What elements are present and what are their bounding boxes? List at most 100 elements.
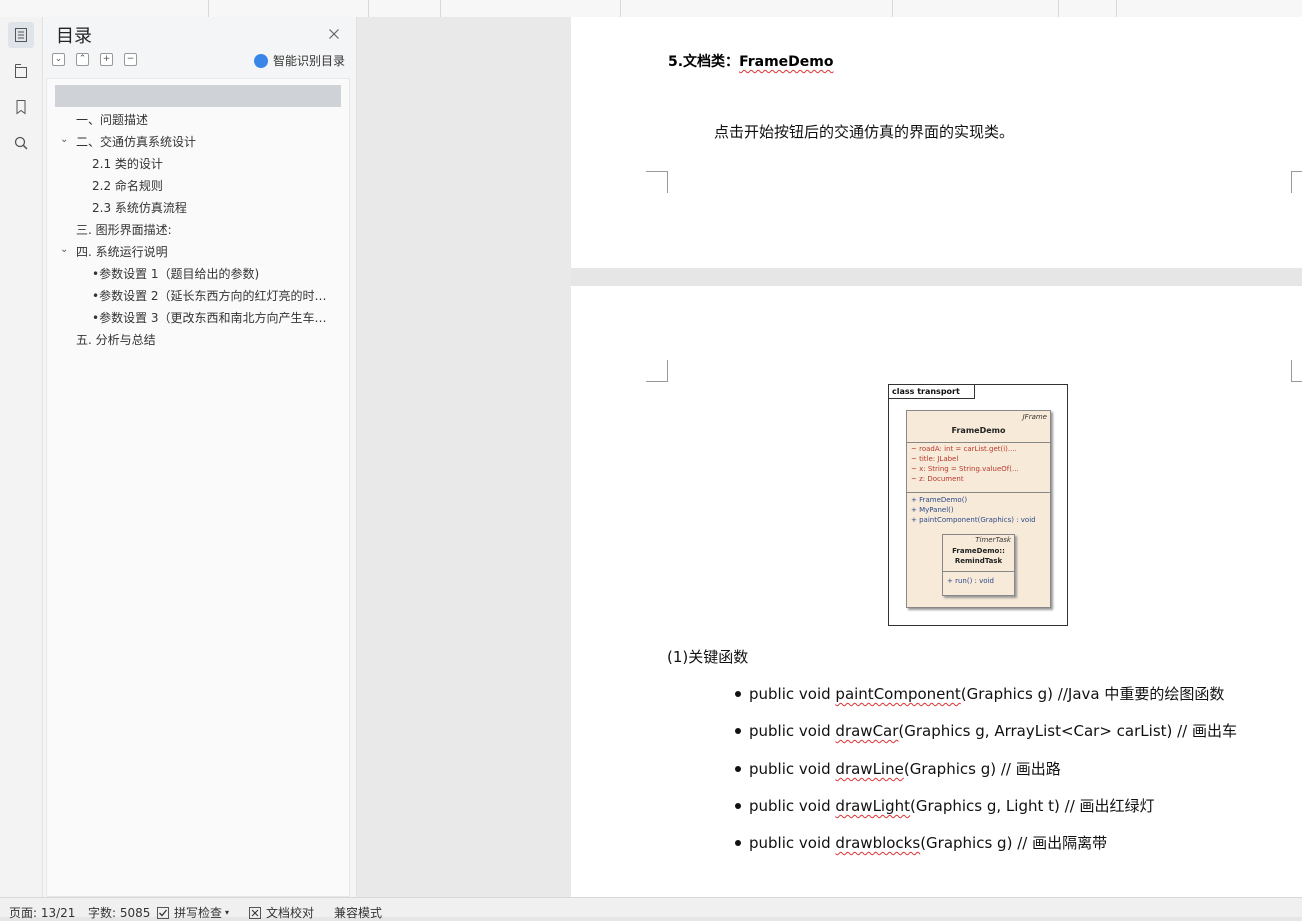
fn-name: drawblocks [835, 834, 921, 852]
ribbon-divider [368, 0, 369, 17]
uml-method: + FrameDemo() [911, 496, 968, 504]
section-heading: 5.文档类：FrameDemo [668, 51, 834, 71]
expand-up-icon[interactable]: ⌃ [76, 53, 89, 66]
uml-inner-name: FrameDemo:: [952, 547, 1005, 555]
proofread-label: 文档校对 [266, 906, 315, 920]
uml-class-box: JFrame FrameDemo ~ roadA: int = carList.… [906, 410, 1051, 608]
spellcheck-toggle[interactable]: 拼写检查 ▾ [157, 904, 229, 921]
uml-inner-name: RemindTask [954, 557, 1003, 565]
outline-item[interactable]: 2.3 系统仿真流程 [92, 199, 187, 216]
ribbon-strip [0, 0, 1302, 18]
add-level-icon[interactable]: + [100, 53, 113, 66]
fn-prefix: public void [749, 797, 836, 815]
ribbon-divider [892, 0, 893, 17]
outline-item[interactable]: 三. 图形界面描述: [76, 221, 172, 238]
smart-outline-label: 智能识别目录 [273, 54, 346, 68]
function-bullet: public void drawLight(Graphics g, Light … [735, 795, 1155, 816]
close-icon[interactable] [328, 25, 340, 39]
chevron-down-icon[interactable]: ⌄ [60, 134, 68, 145]
uml-stereotype: JFrame [1022, 413, 1047, 421]
remove-level-icon[interactable]: − [124, 53, 137, 66]
outline-tree: 一、问题描述 ⌄ 二、交通仿真系统设计 2.1 类的设计 2.2 命名规则 2.… [46, 78, 350, 897]
ribbon-divider [1116, 0, 1117, 17]
outline-icon[interactable] [8, 22, 34, 48]
fn-suffix: (Graphics g) //Java 中重要的绘图函数 [960, 685, 1225, 703]
fn-prefix: public void [749, 834, 836, 852]
bookmark-icon[interactable] [8, 94, 34, 120]
fn-suffix: (Graphics g, ArrayList<Car> carList) // … [898, 722, 1238, 740]
status-bar: 页面: 13/21 字数: 5085 拼写检查 ▾ 文档校对 兼容模式 [0, 897, 1302, 920]
fn-name: drawCar [835, 722, 899, 740]
heading-prefix: 5.文档类： [668, 54, 740, 70]
fn-suffix: (Graphics g) // 画出路 [903, 760, 1061, 778]
function-bullet: public void drawLine(Graphics g) // 画出路 [735, 758, 1061, 779]
selected-row[interactable] [55, 85, 341, 107]
outline-panel: 目录 ⌄ ⌃ + − 智能识别目录 一、问题描述 ⌄ 二、交通仿真系统设计 2.… [43, 17, 357, 897]
chapter-nav-icon[interactable] [8, 58, 34, 84]
uml-attribute: ~ z: Document [911, 475, 964, 483]
fn-prefix: public void [749, 722, 836, 740]
function-bullet: public void drawblocks(Graphics g) // 画出… [734, 832, 1108, 853]
page-corner-mark [1291, 360, 1302, 382]
uml-method: + run() : void [947, 577, 994, 585]
page-corner-mark [1291, 171, 1302, 193]
outline-item[interactable]: 2.2 命名规则 [92, 177, 163, 194]
key-functions-heading: (1)关键函数 [667, 648, 749, 666]
function-bullet: public void drawCar(Graphics g, ArrayLis… [734, 720, 1238, 741]
outline-item[interactable]: 五. 分析与总结 [76, 331, 156, 348]
page-corner-mark [646, 360, 668, 382]
fn-name: drawLine [835, 760, 904, 778]
uml-inner-stereotype: TimerTask [975, 536, 1011, 544]
ribbon-divider [208, 0, 209, 17]
page-counter[interactable]: 页面: 13/21 [9, 904, 75, 921]
heading-class: FrameDemo [739, 54, 834, 70]
document-page: class transport JFrame FrameDemo ~ roadA… [571, 286, 1302, 897]
uml-class-name: FrameDemo [951, 426, 1006, 435]
spellcheck-label: 拼写检查 [174, 906, 223, 920]
smart-outline-button[interactable]: 智能识别目录 [254, 52, 345, 69]
outline-item[interactable]: •参数设置 2（延长东西方向的红灯亮的时间... [92, 287, 332, 304]
fn-prefix: public void [749, 685, 836, 703]
outline-item[interactable]: •参数设置 1（题目给出的参数) [92, 265, 342, 282]
outline-item[interactable]: 二、交通仿真系统设计 [76, 133, 196, 150]
uml-divider [907, 492, 1050, 493]
uml-method: + paintComponent(Graphics) : void [911, 516, 1036, 524]
fn-suffix: (Graphics g) // 画出隔离带 [920, 834, 1108, 852]
checkbox-checked-icon [157, 906, 169, 919]
outline-item[interactable]: 一、问题描述 [76, 111, 148, 128]
uml-divider [943, 571, 1014, 572]
proofread-button[interactable]: 文档校对 [249, 904, 314, 921]
uml-attribute: ~ x: String = String.valueOf(... [911, 465, 1019, 473]
left-rail [0, 17, 43, 897]
fn-prefix: public void [749, 760, 836, 778]
outline-item[interactable]: 2.1 类的设计 [92, 155, 163, 172]
uml-inner-class: TimerTask FrameDemo:: RemindTask + run()… [942, 534, 1015, 596]
collapse-all-icon[interactable]: ⌄ [52, 53, 65, 66]
function-bullet: public void paintComponent(Graphics g) /… [734, 683, 1225, 704]
search-icon[interactable] [8, 130, 34, 156]
proofread-icon [249, 906, 261, 919]
word-count[interactable]: 字数: 5085 [88, 904, 150, 921]
page-corner-mark [646, 171, 668, 193]
fn-name: drawLight [835, 797, 911, 815]
ribbon-divider [440, 0, 441, 17]
uml-frame-tag: class transport [889, 385, 975, 399]
ai-logo-icon [254, 53, 268, 68]
document-page: 5.文档类：FrameDemo 点击开始按钮后的交通仿真的界面的实现类。 [571, 17, 1302, 268]
ribbon-divider [620, 0, 621, 17]
fn-suffix: (Graphics g, Light t) // 画出红绿灯 [910, 797, 1155, 815]
uml-method: + MyPanel() [911, 506, 954, 514]
body-paragraph: 点击开始按钮后的交通仿真的界面的实现类。 [714, 123, 1015, 141]
uml-class-diagram[interactable]: class transport JFrame FrameDemo ~ roadA… [888, 384, 1068, 626]
compat-mode: 兼容模式 [334, 906, 383, 920]
chevron-down-icon[interactable]: ⌄ [60, 244, 68, 255]
uml-attribute: ~ title: JLabel [911, 455, 959, 463]
panel-title: 目录 [56, 26, 92, 47]
outline-item[interactable]: •参数设置 3（更改东西和南北方向产生车辆... [92, 309, 332, 326]
uml-attribute: ~ roadA: int = carList.get(i).... [911, 445, 1017, 453]
uml-divider [907, 442, 1050, 443]
fn-name: paintComponent [835, 685, 961, 703]
ribbon-divider [1058, 0, 1059, 17]
outline-item[interactable]: 四. 系统运行说明 [76, 243, 168, 260]
document-margin [357, 17, 571, 897]
